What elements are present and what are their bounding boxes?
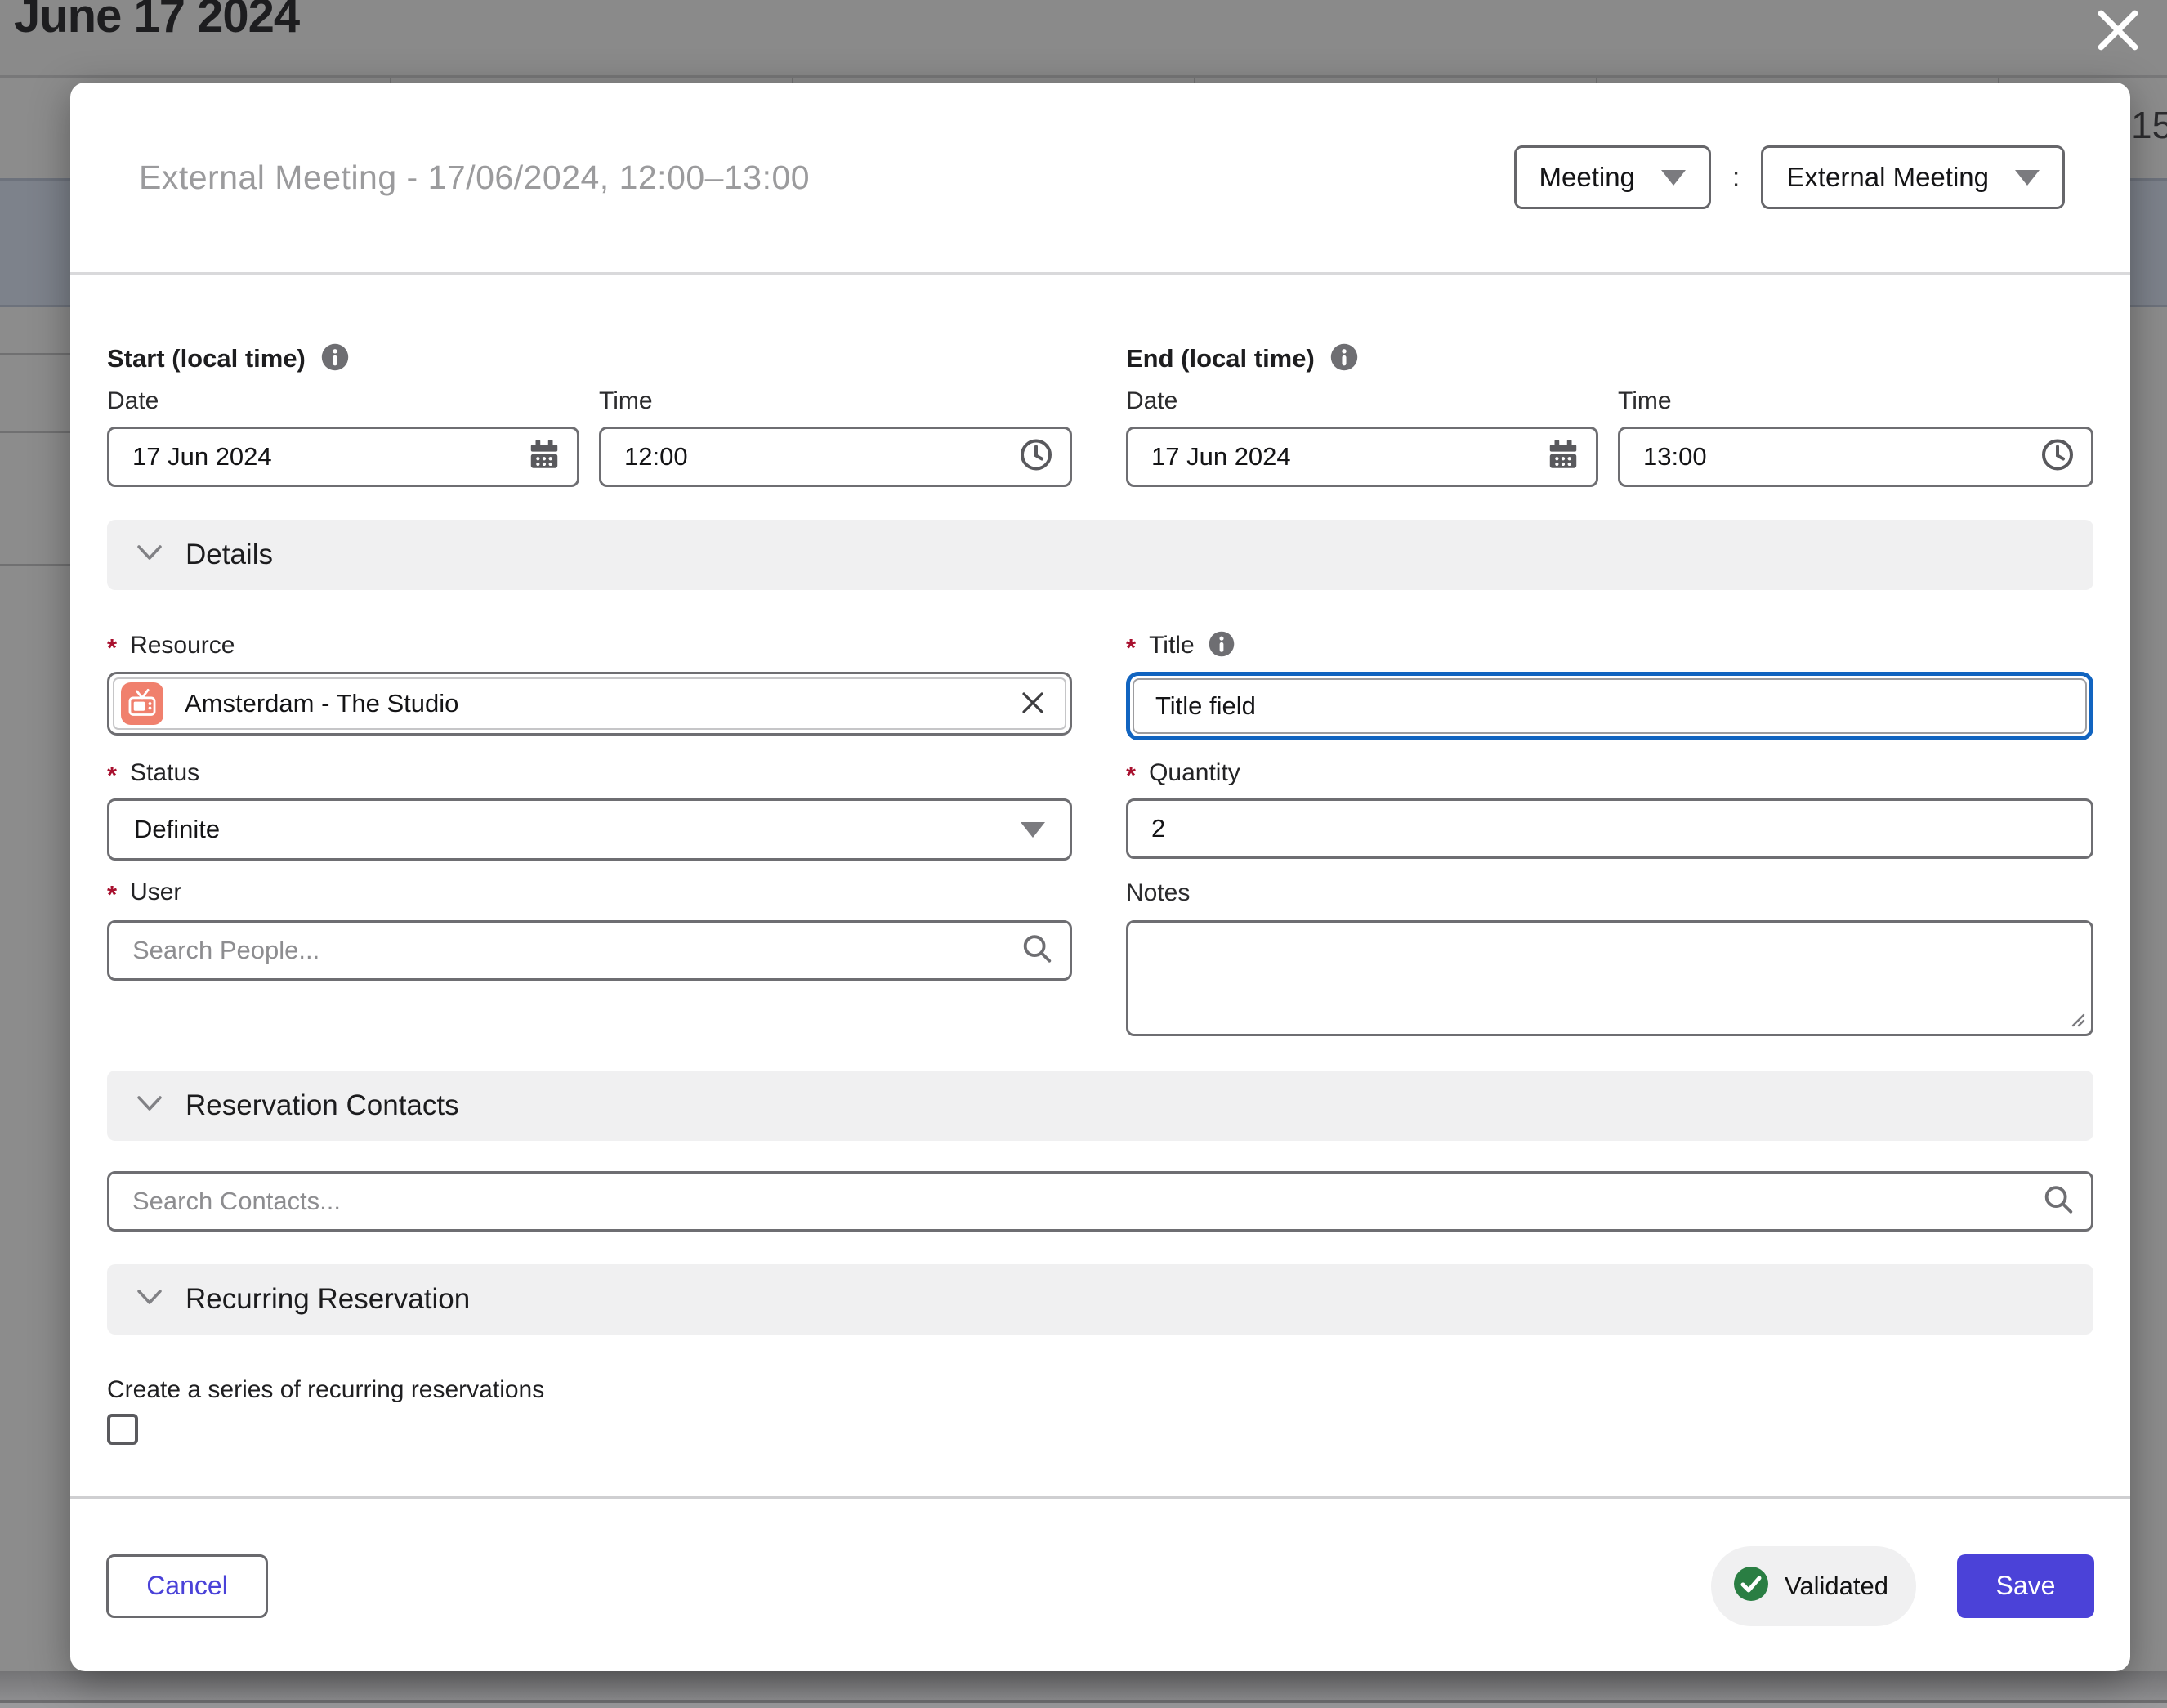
- notes-textarea[interactable]: [1126, 920, 2093, 1036]
- validated-badge: Validated: [1711, 1546, 1916, 1626]
- type-select-group: Meeting : External Meeting: [1514, 145, 2066, 209]
- clock-icon[interactable]: [2040, 437, 2075, 477]
- info-icon[interactable]: [1208, 630, 1235, 662]
- quantity-input[interactable]: [1126, 798, 2093, 859]
- caret-down-icon: [1661, 170, 1686, 186]
- dialog-footer: Cancel Validated Save: [70, 1499, 2130, 1673]
- title-field-focused: [1126, 672, 2093, 740]
- start-label: Start (local time): [107, 344, 306, 373]
- start-time-input[interactable]: [599, 427, 1072, 487]
- recurring-checkbox[interactable]: [107, 1414, 138, 1445]
- screen: June 17 2024 15 External Meeting - 17/06…: [0, 0, 2167, 1708]
- dialog-body: Start (local time) End (local time) Date…: [70, 343, 2130, 1445]
- meeting-type-value: Meeting: [1539, 162, 1635, 193]
- section-details[interactable]: Details: [107, 520, 2093, 590]
- notes-label: Notes: [1126, 878, 2093, 907]
- calendar-row-line: [0, 564, 72, 566]
- meeting-subtype-value: External Meeting: [1786, 162, 1989, 193]
- type-separator: :: [1732, 162, 1740, 194]
- section-contacts-title: Reservation Contacts: [185, 1089, 459, 1122]
- close-icon: [2094, 44, 2142, 56]
- resource-label: Resource: [130, 632, 235, 660]
- end-time-input[interactable]: [1618, 427, 2093, 487]
- calendar-bottom-shade: [0, 1671, 2167, 1701]
- info-icon[interactable]: [320, 342, 350, 376]
- required-marker: *: [1126, 761, 1136, 790]
- dialog-header: External Meeting - 17/06/2024, 12:00–13:…: [70, 83, 2130, 272]
- caret-down-icon: [2015, 170, 2040, 186]
- contacts-search-input[interactable]: [107, 1171, 2093, 1232]
- status-label: Status: [130, 759, 199, 787]
- calendar-bottom-strip: [0, 1703, 2167, 1708]
- clock-icon[interactable]: [1018, 437, 1054, 477]
- header-divider: [70, 272, 2130, 275]
- caret-down-icon: [1021, 822, 1045, 838]
- validated-check-icon: [1732, 1565, 1770, 1607]
- section-reservation-contacts[interactable]: Reservation Contacts: [107, 1071, 2093, 1141]
- title-input[interactable]: [1133, 678, 2087, 734]
- required-marker: *: [107, 633, 117, 663]
- calendar-header-bar: [0, 0, 2167, 78]
- cancel-button[interactable]: Cancel: [106, 1554, 268, 1618]
- end-date-input[interactable]: [1126, 427, 1598, 487]
- start-date-label: Date: [107, 386, 579, 415]
- recurring-checkbox-label: Create a series of recurring reservation…: [107, 1376, 2093, 1404]
- validated-text: Validated: [1785, 1572, 1888, 1601]
- section-details-title: Details: [185, 539, 273, 571]
- end-time-label: Time: [1618, 386, 2093, 415]
- chevron-down-icon: [136, 544, 163, 566]
- required-marker: *: [107, 880, 117, 910]
- resource-combobox[interactable]: Amsterdam - The Studio: [107, 672, 1072, 736]
- section-recurring-title: Recurring Reservation: [185, 1283, 470, 1316]
- resource-tv-icon: [121, 682, 163, 725]
- resource-value: Amsterdam - The Studio: [185, 689, 998, 718]
- clear-icon: [1019, 689, 1047, 719]
- calendar-icon[interactable]: [1546, 438, 1580, 476]
- meeting-type-dropdown[interactable]: Meeting: [1514, 145, 1711, 209]
- calendar-row-line: [0, 353, 72, 355]
- quantity-label: Quantity: [1149, 759, 1240, 787]
- end-label: End (local time): [1126, 344, 1315, 373]
- user-label: User: [130, 879, 181, 906]
- user-search-input[interactable]: [107, 920, 1072, 981]
- start-date-input[interactable]: [107, 427, 579, 487]
- clear-resource-button[interactable]: [1019, 689, 1047, 719]
- chevron-down-icon: [136, 1289, 163, 1311]
- search-icon[interactable]: [2041, 1183, 2075, 1221]
- resize-grip-icon[interactable]: [2070, 1012, 2086, 1032]
- calendar-date-title: June 17 2024: [14, 0, 299, 43]
- title-label: Title: [1149, 632, 1195, 660]
- calendar-day-number: 15: [2131, 103, 2167, 147]
- info-icon[interactable]: [1329, 342, 1359, 376]
- required-marker: *: [1126, 633, 1136, 663]
- section-recurring-reservation[interactable]: Recurring Reservation: [107, 1264, 2093, 1335]
- status-value: Definite: [134, 815, 220, 844]
- start-time-label: Time: [599, 386, 1072, 415]
- meeting-subtype-dropdown[interactable]: External Meeting: [1761, 145, 2065, 209]
- calendar-row-line: [0, 431, 72, 433]
- close-button[interactable]: [2092, 5, 2144, 57]
- required-marker: *: [107, 761, 117, 790]
- save-button[interactable]: Save: [1957, 1554, 2094, 1618]
- calendar-icon[interactable]: [527, 438, 561, 476]
- chevron-down-icon: [136, 1095, 163, 1117]
- search-icon[interactable]: [1020, 932, 1054, 970]
- status-select[interactable]: Definite: [107, 798, 1072, 861]
- reservation-dialog: External Meeting - 17/06/2024, 12:00–13:…: [70, 83, 2130, 1671]
- end-date-label: Date: [1126, 386, 1598, 415]
- dialog-title: External Meeting - 17/06/2024, 12:00–13:…: [139, 159, 810, 197]
